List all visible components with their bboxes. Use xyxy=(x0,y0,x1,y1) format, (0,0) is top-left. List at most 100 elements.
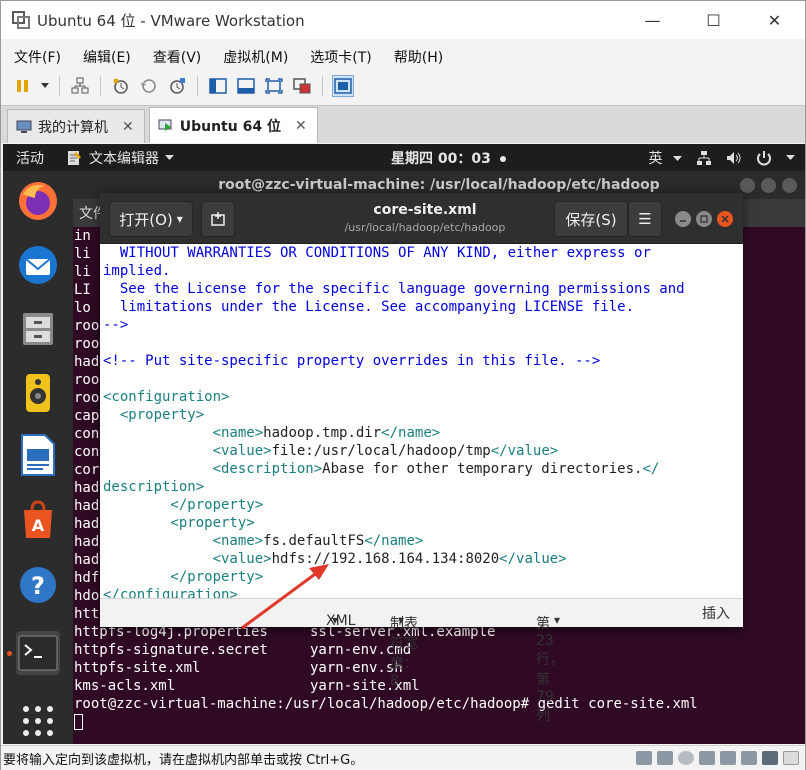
clock[interactable]: 星期四 00：03 xyxy=(391,148,507,168)
vmware-tabs: 我的计算机 ✕ Ubuntu 64 位 ✕ xyxy=(1,105,805,143)
editor-token xyxy=(103,533,213,549)
dock-software[interactable]: A xyxy=(16,497,60,541)
terminal-minimize-button[interactable] xyxy=(740,177,755,193)
pause-dropdown[interactable] xyxy=(40,75,50,97)
input-method-indicator[interactable]: 英 xyxy=(649,148,682,168)
sound-card-icon[interactable] xyxy=(720,751,736,765)
tab-close-icon[interactable]: ✕ xyxy=(122,119,134,135)
guest-screen[interactable]: 活动 文本编辑器 星期四 00：03 英 A ? root@zzc-virtua… xyxy=(3,144,805,744)
snapshot-manager-button[interactable] xyxy=(166,75,188,97)
terminal-line: httpfs-signature.secret yarn-env.cmd xyxy=(74,642,412,658)
dock-show-apps[interactable] xyxy=(16,699,60,743)
snapshot-icon xyxy=(113,78,128,94)
dock-libreoffice-writer[interactable] xyxy=(16,433,60,477)
editor-line: <description>Abase for other temporary d… xyxy=(103,460,743,478)
power-icon[interactable] xyxy=(756,150,772,166)
dock-terminal[interactable] xyxy=(16,631,60,675)
network-wired-icon[interactable] xyxy=(696,150,712,166)
editor-token: <property> xyxy=(103,515,255,531)
app-menu[interactable]: 文本编辑器 xyxy=(66,148,174,168)
minimize-button[interactable]: — xyxy=(622,1,683,39)
close-button[interactable]: ✕ xyxy=(744,1,805,39)
hamburger-menu-button[interactable]: ☰ xyxy=(628,201,662,237)
menu-tabs[interactable]: 选项卡(T) xyxy=(297,47,380,67)
tab-ubuntu[interactable]: Ubuntu 64 位 ✕ xyxy=(148,107,318,143)
insert-mode-indicator: 插入 xyxy=(702,606,730,622)
message-log-icon[interactable] xyxy=(783,751,799,765)
cursor-position-label: 第 23 行，第 79 列 xyxy=(536,616,564,724)
pause-button[interactable] xyxy=(12,75,34,97)
running-indicator xyxy=(7,651,12,656)
chevron-down-icon: ▾ xyxy=(332,613,339,627)
volume-icon[interactable] xyxy=(726,150,742,166)
display-icon[interactable] xyxy=(762,751,778,765)
svg-text:A: A xyxy=(32,516,45,535)
gedit-maximize-button[interactable] xyxy=(696,211,712,227)
dock-firefox[interactable] xyxy=(16,179,60,223)
maximize-button[interactable]: ☐ xyxy=(683,1,744,39)
tab-my-computer[interactable]: 我的计算机 ✕ xyxy=(7,109,145,143)
toolbar-separator xyxy=(322,76,323,96)
editor-line: WITHOUT WARRANTIES OR CONDITIONS OF ANY … xyxy=(103,244,743,262)
maximize-icon xyxy=(700,215,708,223)
snapshot-button[interactable] xyxy=(110,75,132,97)
new-tab-button[interactable] xyxy=(201,201,235,237)
dock-rhythmbox[interactable] xyxy=(16,371,60,415)
editor-line: <property> xyxy=(103,406,743,424)
open-button[interactable]: 打开(O) ▾ xyxy=(109,201,193,237)
text-editor-area[interactable]: WITHOUT WARRANTIES OR CONDITIONS OF ANY … xyxy=(100,244,743,598)
menu-help[interactable]: 帮助(H) xyxy=(381,47,452,67)
send-ctrl-alt-del-button[interactable] xyxy=(69,75,91,97)
printer-icon[interactable] xyxy=(741,751,757,765)
terminal-maximize-button[interactable] xyxy=(761,177,776,193)
network-icon xyxy=(71,77,89,94)
save-button[interactable]: 保存(S) xyxy=(554,201,628,237)
editor-token: implied. xyxy=(103,263,171,279)
full-screen-button[interactable] xyxy=(263,75,285,97)
revert-snapshot-button[interactable] xyxy=(138,75,160,97)
menu-icon: ☰ xyxy=(638,210,652,228)
pause-icon xyxy=(17,80,28,92)
editor-line: <configuration> xyxy=(103,388,743,406)
ubuntu-dock: A ? xyxy=(3,171,73,744)
menu-file[interactable]: 文件(F) xyxy=(1,47,70,67)
text-editor-icon xyxy=(68,150,81,165)
chevron-down-icon[interactable] xyxy=(786,154,795,161)
gedit-close-button[interactable] xyxy=(717,211,733,227)
editor-token: Abase for other temporary directories. xyxy=(322,461,643,477)
toolbar-separator xyxy=(59,76,60,96)
network-adapter-icon[interactable] xyxy=(657,751,673,765)
window-title: Ubuntu 64 位 - VMware Workstation xyxy=(37,11,305,30)
hard-disk-icon[interactable] xyxy=(636,751,652,765)
usb-icon[interactable] xyxy=(699,751,715,765)
gedit-window: 打开(O) ▾ core-site.xml /usr/local/hadoop/… xyxy=(100,193,743,724)
dock-files[interactable] xyxy=(16,307,60,351)
cd-rom-icon[interactable] xyxy=(678,751,694,765)
document-path: /usr/local/hadoop/etc/hadoop xyxy=(344,221,506,234)
editor-line: See the License for the specific languag… xyxy=(103,280,743,298)
unity-button[interactable] xyxy=(291,75,313,97)
dock-thunderbird[interactable] xyxy=(16,243,60,287)
tab-close-icon[interactable]: ✕ xyxy=(295,118,307,134)
terminal-close-button[interactable] xyxy=(782,177,797,193)
thumbnail-bar-button[interactable] xyxy=(235,75,257,97)
dock-help[interactable]: ? xyxy=(16,563,60,607)
file-cabinet-icon xyxy=(23,313,53,345)
gedit-minimize-button[interactable] xyxy=(675,211,691,227)
tab-label: Ubuntu 64 位 xyxy=(179,118,281,135)
computer-icon xyxy=(16,120,32,133)
console-view-button[interactable] xyxy=(332,75,354,97)
activities-button[interactable]: 活动 xyxy=(16,148,44,168)
show-library-button[interactable] xyxy=(207,75,229,97)
menu-view[interactable]: 查看(V) xyxy=(140,47,211,67)
editor-token: hadoop.tmp.dir xyxy=(263,425,382,441)
menu-vm[interactable]: 虚拟机(M) xyxy=(210,47,297,67)
help-icon: ? xyxy=(20,567,56,603)
menu-edit[interactable]: 编辑(E) xyxy=(70,47,140,67)
editor-token: <description> xyxy=(212,461,323,477)
clock-label: 星期四 00：03 xyxy=(391,150,491,167)
editor-line: <value>file:/usr/local/hadoop/tmp</value… xyxy=(103,442,743,460)
fullscreen-icon xyxy=(265,78,283,94)
speaker-icon xyxy=(26,374,50,412)
